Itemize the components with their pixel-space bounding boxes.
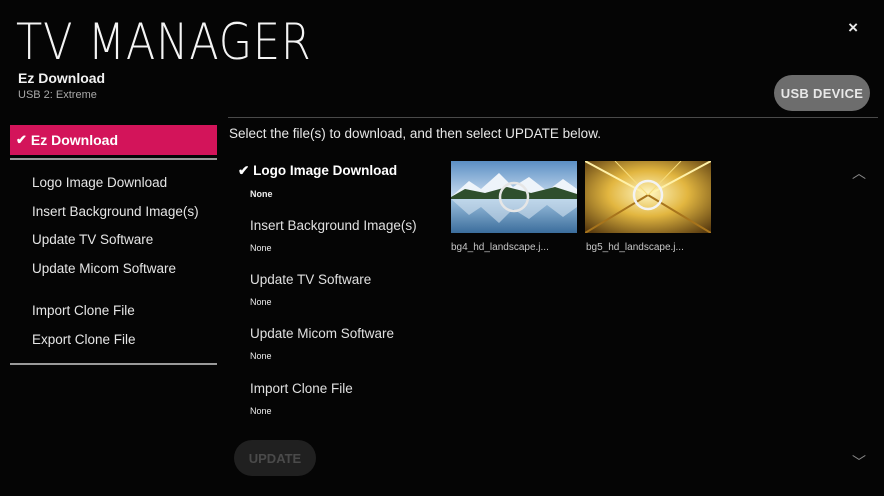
golden-tunnel-image: [585, 161, 711, 233]
sidebar-item-label: Ez Download: [30, 132, 119, 148]
sidebar-item-insert-background-images[interactable]: Insert Background Image(s): [10, 202, 217, 231]
update-button[interactable]: UPDATE: [234, 440, 316, 476]
sidebar: ✔ Ez Download Logo Image Download Insert…: [10, 125, 217, 358]
close-icon[interactable]: ×: [848, 18, 858, 38]
landscape-lake-image: [451, 161, 577, 233]
option-update-tv-software[interactable]: Update TV Software None: [238, 272, 371, 307]
option-label: Insert Background Image(s): [250, 218, 417, 233]
app-title: TV MANAGER: [16, 13, 312, 71]
file-thumbnail[interactable]: [585, 161, 711, 233]
option-label: ✔ Logo Image Download: [238, 163, 398, 178]
header-divider: [228, 117, 878, 118]
device-label: USB 2: Extreme: [18, 89, 97, 101]
option-value: None: [250, 351, 272, 361]
option-label: Update TV Software: [250, 272, 372, 287]
sidebar-item-update-micom-software[interactable]: Update Micom Software: [10, 259, 217, 288]
option-logo-image-download[interactable]: ✔ Logo Image Download None: [238, 163, 397, 199]
sidebar-item-export-clone-file[interactable]: Export Clone File: [10, 330, 217, 359]
sidebar-item-ez-download[interactable]: ✔ Ez Download: [10, 125, 217, 155]
option-value: None: [250, 189, 273, 199]
sidebar-item-logo-image-download[interactable]: Logo Image Download: [10, 173, 217, 202]
check-icon: ✔: [238, 163, 250, 178]
chevron-up-icon[interactable]: ︿: [852, 163, 866, 183]
check-icon: ✔: [16, 132, 27, 147]
option-label: Import Clone File: [250, 381, 353, 396]
sidebar-divider: [10, 158, 217, 160]
file-thumbnail[interactable]: [451, 161, 577, 233]
chevron-down-icon[interactable]: ﹀: [852, 452, 866, 472]
option-label: Update Micom Software: [250, 326, 395, 341]
instruction-text: Select the file(s) to download, and then…: [229, 126, 601, 141]
usb-device-button[interactable]: USB DEVICE: [774, 75, 870, 111]
option-value: None: [250, 297, 272, 307]
sidebar-item-import-clone-file[interactable]: Import Clone File: [10, 301, 217, 330]
option-import-clone-file[interactable]: Import Clone File None: [238, 381, 353, 416]
page-subtitle: Ez Download: [18, 70, 106, 86]
option-value: None: [250, 406, 272, 416]
option-insert-background-images[interactable]: Insert Background Image(s) None: [238, 218, 417, 253]
option-value: None: [250, 243, 272, 253]
sidebar-divider: [10, 363, 217, 365]
sidebar-item-update-tv-software[interactable]: Update TV Software: [10, 230, 217, 259]
file-name: bg5_hd_landscape.j...: [586, 242, 684, 253]
file-name: bg4_hd_landscape.j...: [451, 242, 549, 253]
option-update-micom-software[interactable]: Update Micom Software None: [238, 326, 394, 361]
